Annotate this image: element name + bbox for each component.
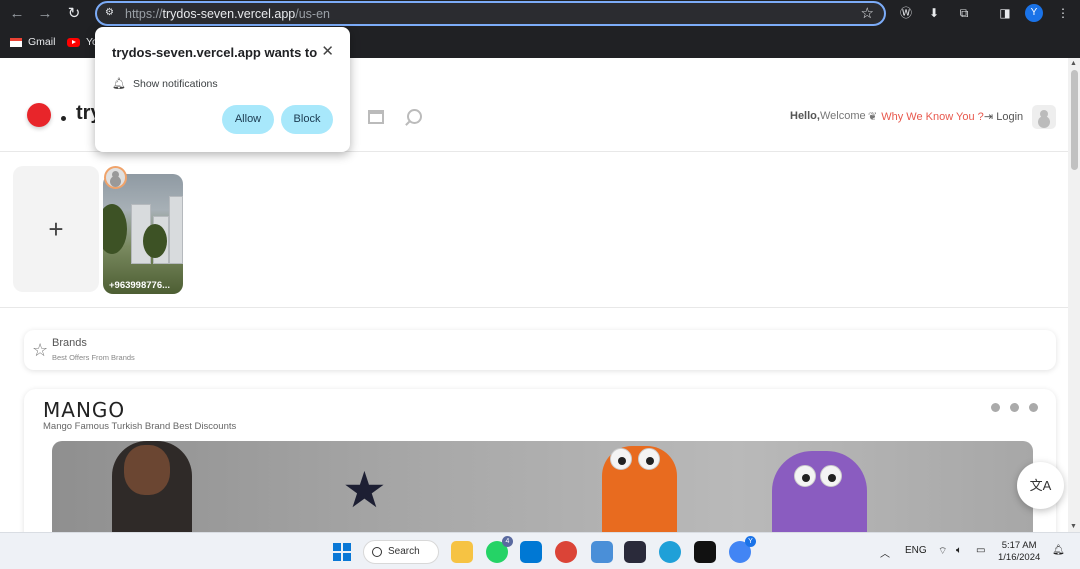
- notification-permission-popup: trydos-seven.vercel.app wants to ✕ 🔔︎ Sh…: [95, 27, 350, 152]
- language-indicator[interactable]: ENG: [905, 545, 927, 556]
- monster-eye: [610, 448, 632, 470]
- scroll-thumb[interactable]: [1071, 70, 1078, 170]
- app-v-icon[interactable]: [591, 541, 613, 563]
- forward-icon[interactable]: →: [34, 3, 56, 25]
- tree-shape: [103, 204, 127, 254]
- login-link[interactable]: ⇥ Login: [984, 110, 1023, 124]
- logo-dot[interactable]: [27, 103, 51, 127]
- notification-bell-icon[interactable]: 🔔︎: [1052, 545, 1065, 556]
- whatsapp-icon[interactable]: 4: [486, 536, 513, 563]
- address-bar[interactable]: ⚙ https://trydos-seven.vercel.app/us-en …: [95, 1, 886, 26]
- wifi-icon[interactable]: ⌔: [938, 545, 947, 558]
- extensions-puzzle-icon[interactable]: ⧉: [955, 4, 973, 22]
- why-we-know-you-link[interactable]: ❦ Why We Know You ?: [868, 110, 984, 124]
- store-icon[interactable]: [368, 110, 384, 124]
- leaf-icon: ❦: [868, 111, 878, 123]
- chrome-profile-icon[interactable]: Y: [729, 536, 756, 563]
- youtube-icon: [67, 37, 80, 47]
- battery-icon[interactable]: ▭: [976, 545, 985, 556]
- story-avatar[interactable]: [104, 166, 127, 189]
- windows-taskbar: Search 4 Y ︿ ENG ⌔ 🔈︎ ▭ 5:17 AM 1/16/2024…: [0, 532, 1080, 569]
- greeting: Hello,Welcome: [790, 110, 866, 122]
- person-icon[interactable]: [1010, 403, 1019, 412]
- allow-button[interactable]: Allow: [222, 105, 274, 134]
- person-icon[interactable]: [991, 403, 1000, 412]
- add-story-button[interactable]: +: [13, 166, 99, 292]
- side-panel-icon[interactable]: ◨: [996, 4, 1014, 22]
- brands-section-header[interactable]: ☆ Brands Best Offers From Brands: [24, 330, 1056, 370]
- stories-strip: + +963998776...: [0, 153, 1068, 308]
- close-icon[interactable]: ✕: [321, 42, 334, 60]
- volume-icon[interactable]: 🔈︎: [956, 545, 962, 556]
- taskbar-search[interactable]: Search: [363, 540, 439, 564]
- chrome-icon[interactable]: [555, 541, 577, 563]
- monster-eye: [794, 465, 816, 487]
- block-button[interactable]: Block: [281, 105, 333, 134]
- extension-w-icon[interactable]: Ⓦ: [897, 4, 915, 22]
- permission-label: Show notifications: [133, 78, 218, 90]
- windows-start-icon[interactable]: [333, 543, 351, 561]
- story-phone-label: +963998776...: [109, 280, 171, 291]
- scroll-up-arrow[interactable]: ▲: [1070, 60, 1077, 67]
- bell-icon: 🔔︎: [112, 78, 126, 90]
- file-explorer-icon[interactable]: [451, 541, 473, 563]
- url-text[interactable]: https://trydos-seven.vercel.app/us-en: [125, 7, 330, 21]
- clock-date: 1/16/2024: [998, 552, 1041, 563]
- bookmark-youtube[interactable]: Yo: [67, 36, 98, 48]
- child-face: [124, 445, 170, 495]
- vscode-icon[interactable]: [520, 541, 542, 563]
- mango-subtitle: Mango Famous Turkish Brand Best Discount…: [43, 421, 237, 432]
- login-arrow-icon: ⇥: [984, 111, 994, 123]
- reload-icon[interactable]: ↻: [63, 3, 85, 25]
- clock-time: 5:17 AM: [1001, 540, 1037, 551]
- chrome-badge: Y: [745, 536, 756, 547]
- tree-shape: [143, 224, 167, 258]
- whatsapp-badge: 4: [502, 536, 513, 547]
- orange-monster-figure: [602, 446, 677, 532]
- mango-logo: MANGO: [43, 398, 126, 422]
- back-icon[interactable]: ←: [6, 3, 28, 25]
- jetbrains-icon[interactable]: [694, 541, 716, 563]
- brands-subtitle: Best Offers From Brands: [52, 353, 135, 362]
- scroll-down-arrow[interactable]: ▼: [1070, 523, 1077, 530]
- menu-kebab-icon[interactable]: ⋮: [1054, 4, 1072, 22]
- edge-icon[interactable]: [659, 541, 681, 563]
- purple-monster-figure: [772, 451, 867, 532]
- building-shape: [169, 196, 183, 264]
- page-scrollbar[interactable]: ▲ ▼: [1068, 58, 1080, 532]
- user-avatar[interactable]: [1032, 105, 1056, 129]
- search-icon[interactable]: [407, 109, 422, 124]
- story-card[interactable]: +963998776...: [103, 174, 183, 294]
- mango-brand-card[interactable]: MANGO Mango Famous Turkish Brand Best Di…: [24, 389, 1056, 532]
- star-outline-icon: ☆: [32, 340, 49, 360]
- nox-icon[interactable]: [624, 541, 646, 563]
- monster-eye: [638, 448, 660, 470]
- logo-small-dot: [61, 116, 66, 121]
- system-clock[interactable]: 5:17 AM 1/16/2024: [998, 540, 1040, 564]
- bookmark-gmail[interactable]: Gmail: [10, 36, 55, 48]
- mango-banner-image[interactable]: ★: [52, 441, 1033, 532]
- popup-title: trydos-seven.vercel.app wants to: [112, 45, 318, 60]
- browser-toolbar: ← → ↻ ⚙ https://trydos-seven.vercel.app/…: [0, 0, 1080, 27]
- brands-title: Brands: [52, 337, 87, 349]
- translate-button[interactable]: 文A: [1017, 462, 1064, 509]
- profile-avatar[interactable]: Y: [1025, 4, 1043, 22]
- site-info-icon[interactable]: ⚙: [105, 7, 118, 20]
- bookmark-star-icon[interactable]: ☆: [861, 4, 874, 22]
- tray-chevron-icon[interactable]: ︿: [880, 545, 890, 560]
- translate-icon: 文A: [1029, 478, 1052, 493]
- download-icon[interactable]: ⬇: [925, 4, 943, 22]
- mango-card-icons: [991, 403, 1038, 412]
- gmail-icon: [10, 37, 22, 47]
- monster-eye: [820, 465, 842, 487]
- star-wand-icon: ★: [342, 462, 387, 518]
- globe-icon[interactable]: [1029, 403, 1038, 412]
